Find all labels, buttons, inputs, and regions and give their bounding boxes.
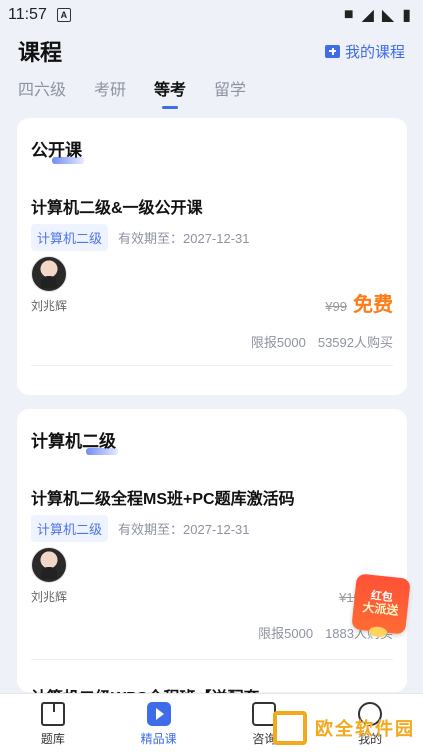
nav-label: 题库 xyxy=(40,732,65,746)
my-course-label: 我的课程 xyxy=(344,43,405,61)
nav-profile[interactable]: 我的 xyxy=(330,702,410,752)
nav-premium-course[interactable]: 精品课 xyxy=(119,702,199,752)
nav-label: 咨询 xyxy=(252,732,277,746)
course-title[interactable]: 计算机二级全程MS班+PC题库激活码 xyxy=(31,485,295,509)
nav-label: 我的 xyxy=(358,732,383,746)
teacher-name: 刘兆辉 xyxy=(31,590,68,604)
price-row: ¥99 免费 xyxy=(325,288,393,317)
status-left: 11:57 A xyxy=(8,6,71,24)
course-expiry: 有效期至：2027-12-31 xyxy=(118,522,250,537)
course-meta: 限报5000 53592人购买 xyxy=(251,332,393,351)
section-title: 公开课 xyxy=(31,136,84,164)
course-tags: 计算机二级 有效期至：2027-12-31 xyxy=(31,224,250,251)
add-course-icon xyxy=(324,44,340,58)
status-time: 11:57 xyxy=(8,6,47,23)
card-divider xyxy=(31,659,393,660)
page-header: 课程 我的课程 xyxy=(0,34,423,68)
course-tags: 计算机二级 有效期至：2027-12-31 xyxy=(31,515,250,542)
briefcase-icon: ■ xyxy=(343,6,354,23)
bottom-navigation: 题库 精品课 咨询 我的 xyxy=(0,693,423,752)
consult-icon xyxy=(252,702,277,726)
tab-study-abroad[interactable]: 留学 xyxy=(214,72,246,100)
teacher-info: 刘兆辉 xyxy=(31,256,67,314)
nav-question-bank[interactable]: 题库 xyxy=(13,702,93,752)
enrollment-limit: 限报5000 xyxy=(258,626,314,641)
card-divider xyxy=(31,365,393,366)
wifi-icon: ◢ xyxy=(361,7,374,24)
teacher-name: 刘兆辉 xyxy=(31,299,68,313)
section-title: 计算机二级 xyxy=(31,427,118,455)
course-section-card: 公开课 计算机二级&一级公开课 计算机二级 有效期至：2027-12-31 刘兆… xyxy=(17,118,407,395)
video-icon xyxy=(146,702,171,726)
book-icon xyxy=(40,702,65,726)
nav-label: 精品课 xyxy=(140,732,177,746)
course-title[interactable]: 计算机二级&一级公开课 xyxy=(31,194,203,218)
current-price: 免费 xyxy=(353,294,393,316)
status-bar: 11:57 A ■ ◢ ◣ ▮ xyxy=(0,0,423,30)
course-tag: 计算机二级 xyxy=(31,224,109,251)
purchase-count: 53592人购买 xyxy=(317,335,393,350)
category-tabs: 四六级 考研 等考 留学 xyxy=(0,72,423,112)
enrollment-limit: 限报5000 xyxy=(250,335,306,350)
status-right: ■ ◢ ◣ ▮ xyxy=(344,5,411,25)
teacher-info: 刘兆辉 xyxy=(31,547,67,605)
notification-icon: A xyxy=(56,8,71,22)
tab-postgraduate[interactable]: 考研 xyxy=(94,72,126,100)
profile-icon xyxy=(358,702,383,726)
page-title: 课程 xyxy=(18,40,63,65)
nav-consult[interactable]: 咨询 xyxy=(224,702,304,752)
tab-cet[interactable]: 四六级 xyxy=(18,72,66,100)
course-expiry: 有效期至：2027-12-31 xyxy=(118,231,250,246)
original-price: ¥99 xyxy=(325,299,347,314)
my-course-button[interactable]: 我的课程 xyxy=(324,41,405,62)
course-section-card: 计算机二级 计算机二级全程MS班+PC题库激活码 计算机二级 有效期至：2027… xyxy=(17,409,407,707)
battery-icon: ▮ xyxy=(402,7,411,24)
avatar xyxy=(31,547,67,583)
course-tag: 计算机二级 xyxy=(31,515,109,542)
tab-grade-exam[interactable]: 等考 xyxy=(154,72,186,100)
red-packet-promo-button[interactable]: 红包 大派送 xyxy=(351,573,411,638)
signal-icon: ◣ xyxy=(381,7,395,24)
avatar xyxy=(31,256,67,292)
promo-bottom-text: 大派送 xyxy=(361,600,400,618)
